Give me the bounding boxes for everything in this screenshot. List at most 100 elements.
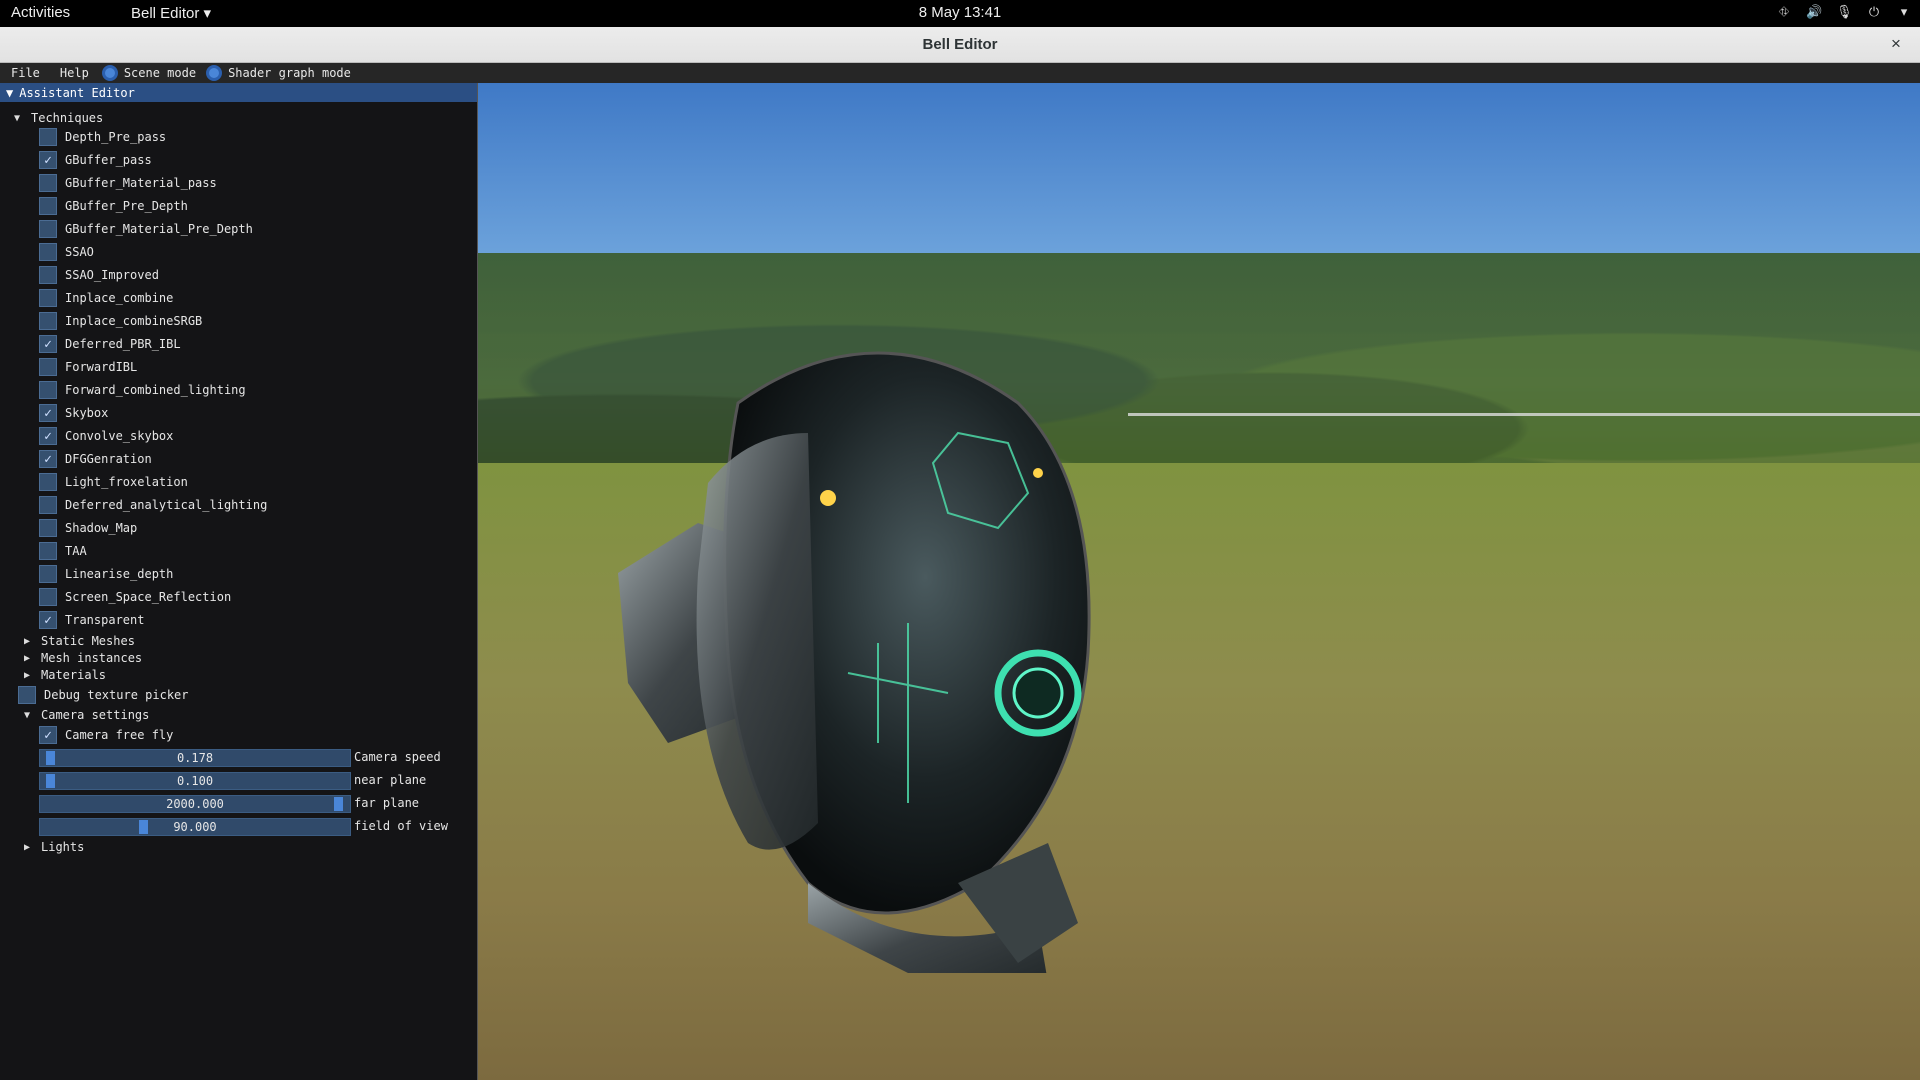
technique-label: Deferred_PBR_IBL bbox=[65, 337, 181, 351]
panel-header[interactable]: ▼ Assistant Editor bbox=[0, 83, 477, 102]
technique-label: TAA bbox=[65, 544, 87, 558]
checkbox-box[interactable]: ✓ bbox=[39, 427, 57, 445]
technique-checkbox[interactable]: Linearise_depth bbox=[39, 565, 173, 583]
technique-checkbox[interactable]: TAA bbox=[39, 542, 87, 560]
expanded-arrow-icon: ▼ bbox=[14, 112, 21, 124]
technique-checkbox[interactable]: GBuffer_Material_pass bbox=[39, 174, 217, 192]
shader-graph-mode-label: Shader graph mode bbox=[228, 66, 351, 80]
technique-checkbox[interactable]: ✓ Convolve_skybox bbox=[39, 427, 173, 445]
technique-checkbox[interactable]: ✓ GBuffer_pass bbox=[39, 151, 152, 169]
checkbox-box[interactable]: ✓ bbox=[39, 404, 57, 422]
check-icon: ✓ bbox=[44, 336, 52, 352]
panel-title: Assistant Editor bbox=[19, 85, 135, 100]
debug-texture-picker-checkbox[interactable]: Debug texture picker bbox=[18, 686, 189, 704]
shader-graph-mode-radio[interactable]: Shader graph mode bbox=[206, 65, 357, 81]
clock: 8 May 13:41 bbox=[0, 4, 1920, 21]
scene-mode-radio[interactable]: Scene mode bbox=[101, 65, 202, 81]
checkbox-box[interactable] bbox=[39, 358, 57, 376]
checkbox-box[interactable]: ✓ bbox=[39, 611, 57, 629]
technique-checkbox[interactable]: SSAO bbox=[39, 243, 94, 261]
camera-free-fly-checkbox[interactable]: ✓ Camera free fly bbox=[39, 726, 173, 744]
technique-checkbox[interactable]: ✓ Skybox bbox=[39, 404, 108, 422]
checkbox-box[interactable] bbox=[39, 473, 57, 491]
volume-icon[interactable]: 🔊 bbox=[1806, 3, 1822, 21]
checkbox-box[interactable] bbox=[39, 289, 57, 307]
menu-file[interactable]: File bbox=[0, 66, 49, 80]
technique-checkbox[interactable]: Forward_combined_lighting bbox=[39, 381, 246, 399]
checkbox-box[interactable] bbox=[39, 381, 57, 399]
checkbox-box[interactable] bbox=[39, 220, 57, 238]
close-icon[interactable]: × bbox=[1886, 34, 1906, 54]
slider-track[interactable]: 0.100 bbox=[39, 772, 351, 790]
app-menu-button[interactable]: Bell Editor ▾ bbox=[131, 4, 211, 22]
technique-checkbox[interactable]: Inplace_combineSRGB bbox=[39, 312, 202, 330]
checkbox-box[interactable] bbox=[39, 496, 57, 514]
collapse-triangle-icon[interactable]: ▼ bbox=[6, 86, 13, 100]
checkbox-box[interactable] bbox=[39, 519, 57, 537]
technique-checkbox[interactable]: GBuffer_Material_Pre_Depth bbox=[39, 220, 253, 238]
checkbox-box[interactable]: ✓ bbox=[39, 335, 57, 353]
static-meshes-node[interactable]: ▶ Static Meshes bbox=[24, 632, 135, 650]
radio-dot-icon bbox=[206, 65, 223, 81]
checkbox-box[interactable] bbox=[39, 565, 57, 583]
technique-label: Transparent bbox=[65, 613, 145, 627]
checkbox-box[interactable]: ✓ bbox=[39, 450, 57, 468]
technique-checkbox[interactable]: Depth_Pre_pass bbox=[39, 128, 166, 146]
technique-checkbox[interactable]: ForwardIBL bbox=[39, 358, 137, 376]
camera-settings-node[interactable]: ▼ Camera settings bbox=[24, 706, 149, 724]
checkbox-box[interactable] bbox=[39, 588, 57, 606]
scene-viewport[interactable] bbox=[478, 83, 1920, 1080]
power-icon[interactable]: ⏻ bbox=[1866, 3, 1882, 21]
technique-checkbox[interactable]: Light_froxelation bbox=[39, 473, 188, 491]
microphone-icon[interactable]: 🎙 bbox=[1836, 3, 1853, 21]
checkbox-box[interactable] bbox=[39, 312, 57, 330]
checkbox-box[interactable] bbox=[39, 243, 57, 261]
materials-node[interactable]: ▶ Materials bbox=[24, 666, 106, 684]
technique-label: Light_froxelation bbox=[65, 475, 188, 489]
checkbox-box[interactable] bbox=[39, 128, 57, 146]
slider-track[interactable]: 90.000 bbox=[39, 818, 351, 836]
lights-node[interactable]: ▶ Lights bbox=[24, 838, 84, 856]
assistant-editor-panel[interactable]: ▼ Assistant Editor ▼ Techniques Depth_Pr… bbox=[0, 83, 478, 1080]
technique-checkbox[interactable]: Inplace_combine bbox=[39, 289, 173, 307]
technique-checkbox[interactable]: SSAO_Improved bbox=[39, 266, 159, 284]
technique-checkbox[interactable]: ✓ DFGGenration bbox=[39, 450, 152, 468]
technique-label: SSAO bbox=[65, 245, 94, 259]
checkbox-box[interactable]: ✓ bbox=[39, 726, 57, 744]
checkbox-box[interactable] bbox=[39, 266, 57, 284]
technique-label: ForwardIBL bbox=[65, 360, 138, 374]
mesh-instances-node[interactable]: ▶ Mesh instances bbox=[24, 649, 142, 667]
slider-label: far plane bbox=[354, 796, 420, 810]
technique-label: Convolve_skybox bbox=[65, 429, 174, 443]
technique-checkbox[interactable]: ✓ Deferred_PBR_IBL bbox=[39, 335, 181, 353]
gnome-top-bar: Activities Bell Editor ▾ 8 May 13:41 ⛗ 🔊… bbox=[0, 0, 1920, 27]
collapsed-arrow-icon: ▶ bbox=[24, 652, 31, 664]
technique-checkbox[interactable]: Deferred_analytical_lighting bbox=[39, 496, 267, 514]
checkbox-box[interactable] bbox=[39, 174, 57, 192]
checkbox-box[interactable] bbox=[18, 686, 36, 704]
technique-label: Skybox bbox=[65, 406, 109, 420]
slider-track[interactable]: 2000.000 bbox=[39, 795, 351, 813]
technique-checkbox[interactable]: Screen_Space_Reflection bbox=[39, 588, 231, 606]
window-titlebar[interactable]: Bell Editor × bbox=[0, 27, 1920, 63]
activities-button[interactable]: Activities bbox=[11, 4, 70, 21]
materials-label: Materials bbox=[41, 668, 107, 682]
chevron-down-icon[interactable]: ▾ bbox=[1896, 3, 1912, 21]
clock-label[interactable]: 8 May 13:41 bbox=[919, 4, 1002, 21]
scene-mode-label: Scene mode bbox=[123, 66, 197, 80]
technique-label: Forward_combined_lighting bbox=[65, 383, 246, 397]
checkbox-box[interactable] bbox=[39, 542, 57, 560]
camera-settings-label: Camera settings bbox=[41, 708, 150, 722]
technique-checkbox[interactable]: GBuffer_Pre_Depth bbox=[39, 197, 188, 215]
network-icon[interactable]: ⛗ bbox=[1776, 3, 1792, 21]
checkbox-box[interactable] bbox=[39, 197, 57, 215]
technique-checkbox[interactable]: Shadow_Map bbox=[39, 519, 137, 537]
slider-track[interactable]: 0.178 bbox=[39, 749, 351, 767]
checkbox-box[interactable]: ✓ bbox=[39, 151, 57, 169]
technique-checkbox[interactable]: ✓ Transparent bbox=[39, 611, 144, 629]
system-tray[interactable]: ⛗ 🔊 🎙 ⏻ ▾ bbox=[1776, 3, 1912, 21]
technique-label: GBuffer_Pre_Depth bbox=[65, 199, 188, 213]
fence bbox=[1128, 413, 1920, 443]
menu-help[interactable]: Help bbox=[49, 66, 98, 80]
techniques-tree-node[interactable]: ▼ Techniques bbox=[14, 109, 103, 127]
